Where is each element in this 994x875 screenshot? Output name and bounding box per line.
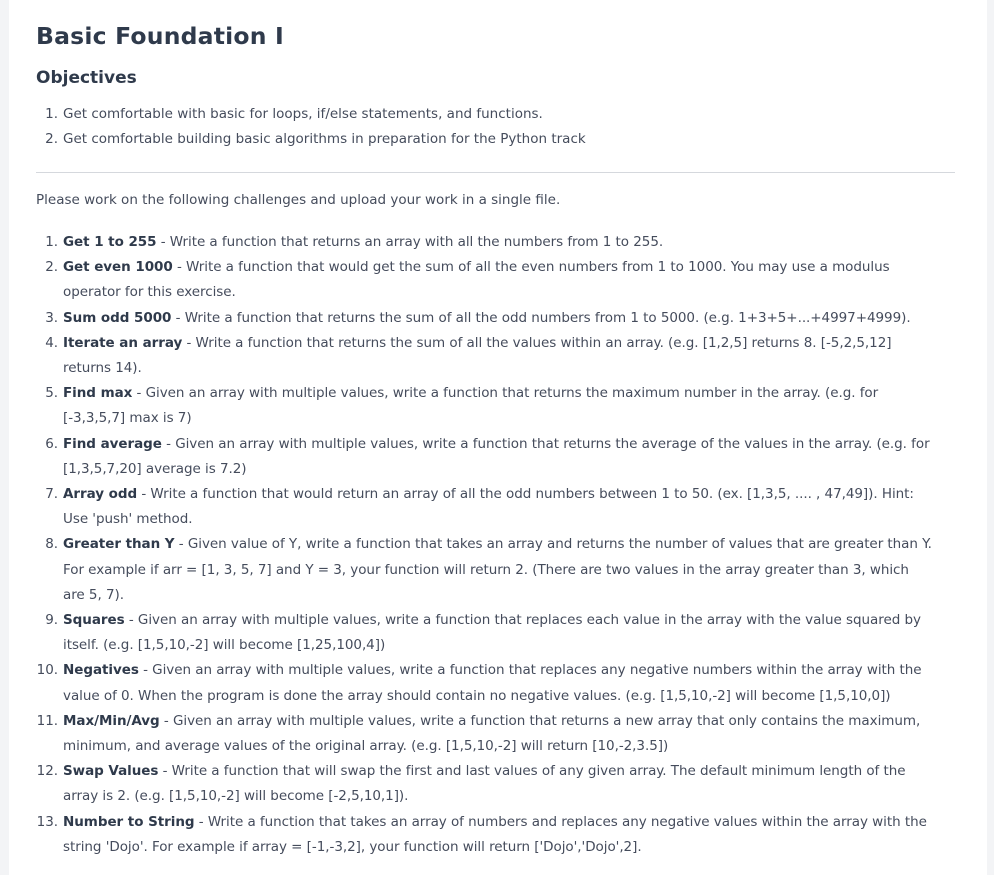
challenge-item: 10. Negatives - Given an array with mult… bbox=[36, 658, 936, 708]
challenge-item: 6. Find average - Given an array with mu… bbox=[36, 432, 936, 482]
challenge-item: 7. Array odd - Write a function that wou… bbox=[36, 482, 936, 532]
challenge-description: - Given an array with multiple values, w… bbox=[63, 612, 921, 654]
challenge-name: Number to String bbox=[63, 813, 195, 830]
objective-number: 1. bbox=[45, 106, 58, 122]
section-divider bbox=[36, 172, 955, 173]
challenge-item: 2. Get even 1000 - Write a function that… bbox=[36, 255, 936, 305]
challenge-number: 5. bbox=[45, 385, 58, 402]
challenge-item: 13. Number to String - Write a function … bbox=[36, 810, 936, 860]
challenge-description: - Write a function that returns an array… bbox=[156, 234, 664, 250]
challenge-item: 12. Swap Values - Write a function that … bbox=[36, 759, 936, 809]
challenge-description: - Given an array with multiple values, w… bbox=[63, 435, 930, 477]
objective-text: Get comfortable with basic for loops, if… bbox=[63, 106, 543, 122]
challenge-number: 10. bbox=[36, 662, 58, 679]
challenge-description: - Write a function that returns the sum … bbox=[63, 334, 892, 377]
challenge-number: 6. bbox=[45, 435, 58, 452]
challenge-item: 9. Squares - Given an array with multipl… bbox=[36, 608, 936, 658]
challenge-name: Iterate an array bbox=[63, 334, 183, 351]
content-card: Basic Foundation I Objectives 1. Get com… bbox=[9, 0, 987, 875]
objectives-heading: Objectives bbox=[36, 68, 137, 88]
challenge-item: 5. Find max - Given an array with multip… bbox=[36, 381, 936, 431]
intro-text: Please work on the following challenges … bbox=[36, 192, 561, 208]
challenge-description: - Given an array with multiple values, w… bbox=[63, 712, 921, 755]
challenge-description: - Write a function that returns the sum … bbox=[171, 309, 911, 326]
challenge-name: Find max bbox=[63, 385, 133, 402]
challenge-number: 1. bbox=[45, 234, 58, 250]
challenge-description: - Given an array with multiple values, w… bbox=[63, 385, 879, 427]
objective-item: 1. Get comfortable with basic for loops,… bbox=[36, 104, 946, 129]
challenge-number: 8. bbox=[45, 536, 58, 553]
challenge-description: - Given value of Y, write a function tha… bbox=[63, 536, 932, 603]
challenge-name: Swap Values bbox=[63, 763, 159, 780]
challenge-name: Get 1 to 255 bbox=[63, 234, 157, 250]
challenge-item: 8. Greater than Y - Given value of Y, wr… bbox=[36, 532, 936, 608]
challenge-item: 11. Max/Min/Avg - Given an array with mu… bbox=[36, 709, 936, 759]
challenge-number: 9. bbox=[45, 612, 58, 629]
challenge-number: 11. bbox=[36, 712, 58, 729]
challenge-name: Find average bbox=[63, 435, 162, 452]
challenge-item: 3. Sum odd 5000 - Write a function that … bbox=[36, 306, 936, 331]
challenge-name: Array odd bbox=[63, 486, 138, 503]
challenge-name: Sum odd 5000 bbox=[63, 309, 172, 326]
challenge-number: 12. bbox=[36, 763, 58, 780]
challenge-number: 13. bbox=[36, 813, 58, 830]
challenges-list: 1. Get 1 to 255 - Write a function that … bbox=[36, 230, 936, 860]
challenge-description: - Write a function that would get the su… bbox=[63, 259, 890, 301]
challenge-name: Max/Min/Avg bbox=[63, 712, 160, 729]
objectives-list: 1. Get comfortable with basic for loops,… bbox=[36, 104, 946, 154]
challenge-name: Greater than Y bbox=[63, 536, 175, 553]
challenge-item: 1. Get 1 to 255 - Write a function that … bbox=[36, 230, 936, 255]
challenge-name: Negatives bbox=[63, 662, 139, 679]
objective-number: 2. bbox=[45, 131, 58, 147]
challenge-item: 4. Iterate an array - Write a function t… bbox=[36, 331, 936, 381]
challenge-description: - Write a function that will swap the fi… bbox=[63, 763, 906, 805]
objective-item: 2. Get comfortable building basic algori… bbox=[36, 129, 946, 154]
challenge-description: - Write a function that would return an … bbox=[63, 486, 914, 528]
page-title: Basic Foundation I bbox=[36, 22, 284, 50]
challenge-number: 3. bbox=[45, 309, 58, 326]
challenge-number: 2. bbox=[45, 259, 58, 276]
challenge-name: Squares bbox=[63, 612, 125, 629]
challenge-number: 7. bbox=[45, 486, 58, 503]
objective-text: Get comfortable building basic algorithm… bbox=[63, 131, 586, 147]
challenge-number: 4. bbox=[45, 334, 58, 351]
challenge-description: - Given an array with multiple values, w… bbox=[63, 662, 922, 704]
challenge-name: Get even 1000 bbox=[63, 259, 173, 276]
